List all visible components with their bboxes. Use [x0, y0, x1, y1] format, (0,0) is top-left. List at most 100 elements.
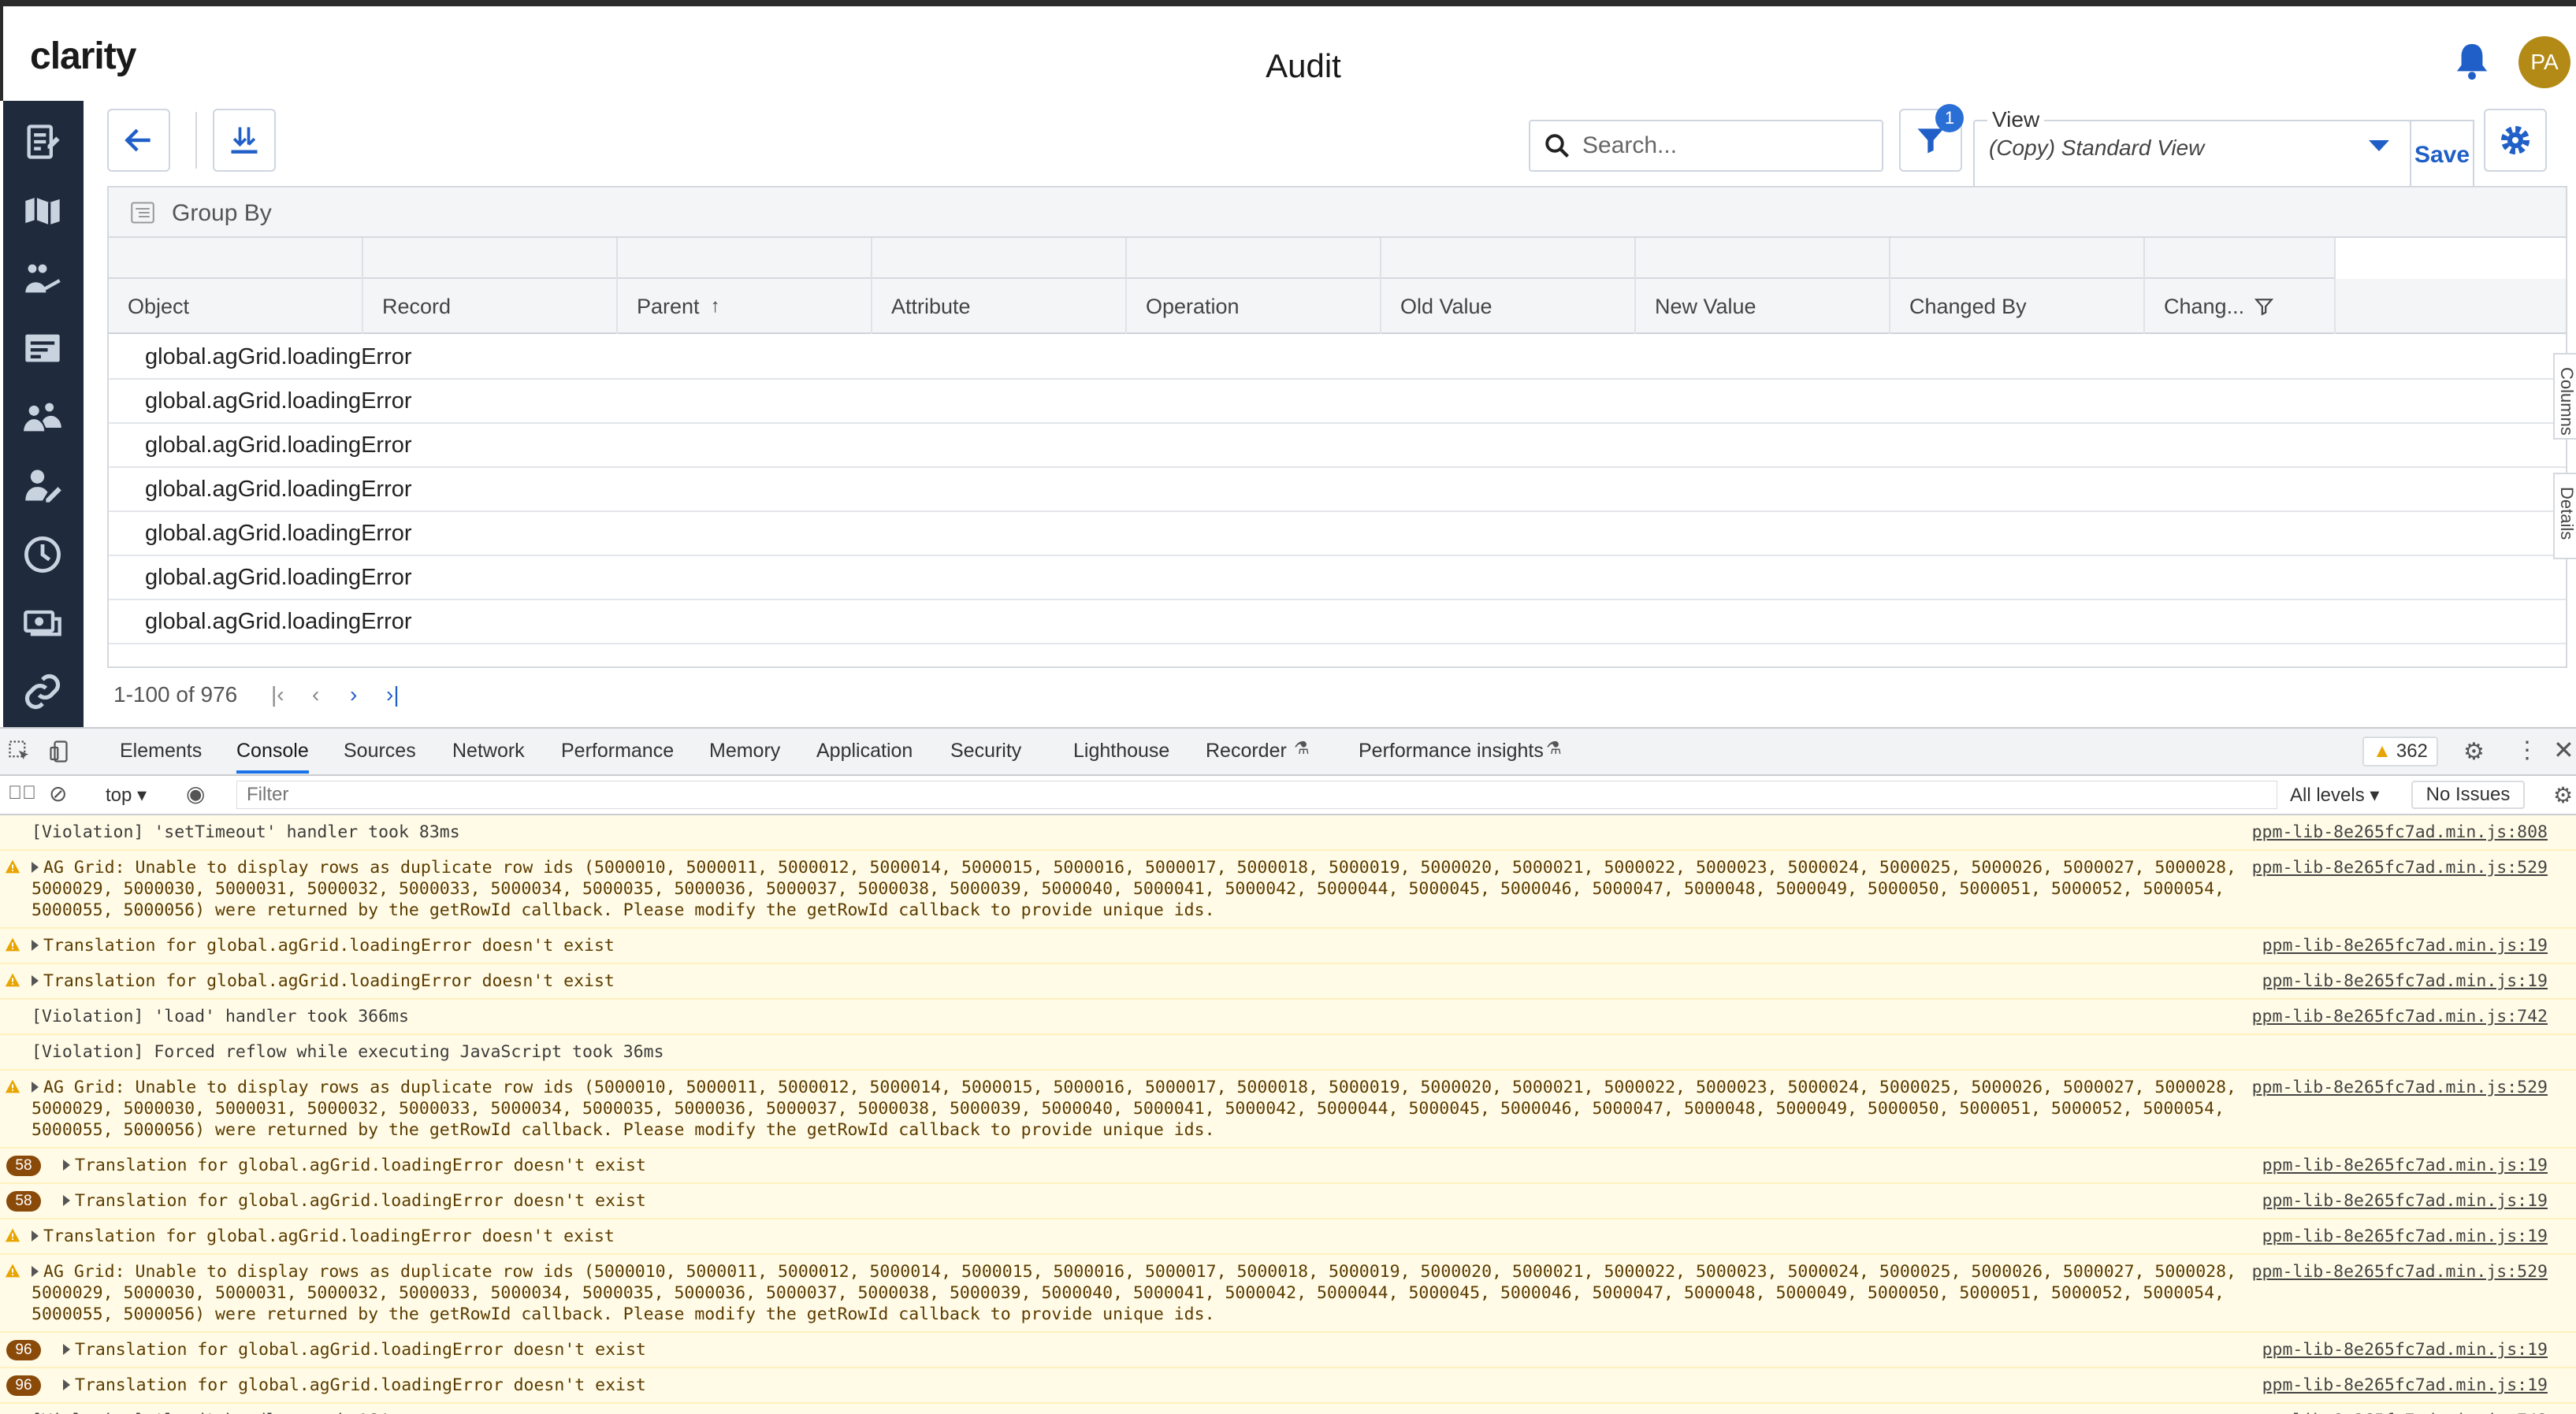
search-box[interactable]: [1529, 120, 1883, 172]
console-warning-message[interactable]: AG Grid: Unable to display rows as dupli…: [0, 851, 2576, 929]
expand-triangle-icon[interactable]: [32, 940, 39, 951]
console-source-link[interactable]: ppm-lib-8e265fc7ad.min.js:19: [2262, 935, 2548, 956]
console-source-link[interactable]: ppm-lib-8e265fc7ad.min.js:19: [2262, 1155, 2548, 1176]
expand-triangle-icon[interactable]: [32, 1266, 39, 1277]
console-source-link[interactable]: ppm-lib-8e265fc7ad.min.js:529: [2252, 857, 2548, 878]
column-header-old-value[interactable]: Old Value: [1381, 279, 1636, 334]
column-filter-cell[interactable]: [2145, 238, 2336, 279]
device-toolbar-icon[interactable]: [49, 740, 72, 763]
table-row[interactable]: global.agGrid.loadingError: [109, 424, 2566, 468]
console-warning-message[interactable]: 58 Translation for global.agGrid.loadingE…: [0, 1149, 2576, 1184]
console-warning-message[interactable]: AG Grid: Unable to display rows as dupli…: [0, 1255, 2576, 1333]
console-source-link[interactable]: ppm-lib-8e265fc7ad.min.js:742: [2252, 1410, 2548, 1414]
expand-triangle-icon[interactable]: [63, 1344, 70, 1355]
financials-icon[interactable]: [22, 602, 63, 643]
console-source-link[interactable]: ppm-lib-8e265fc7ad.min.js:529: [2252, 1077, 2548, 1098]
column-header-operation[interactable]: Operation: [1127, 279, 1381, 334]
column-header-changed-date[interactable]: Chang...: [2145, 279, 2336, 334]
table-row[interactable]: global.agGrid.loadingError: [109, 380, 2566, 424]
warnings-counter[interactable]: ▲ 362: [2362, 737, 2438, 766]
next-page-icon[interactable]: ›: [350, 682, 357, 707]
details-side-tab[interactable]: Details: [2553, 473, 2576, 559]
console-warning-message[interactable]: AG Grid: Unable to display rows as dupli…: [0, 1071, 2576, 1149]
column-filter-icon[interactable]: [2254, 296, 2274, 317]
timesheet-icon[interactable]: [22, 328, 63, 369]
column-filter-cell[interactable]: [363, 238, 618, 279]
tab-application[interactable]: Application: [816, 740, 913, 763]
tab-memory[interactable]: Memory: [709, 740, 780, 763]
console-source-link[interactable]: ppm-lib-8e265fc7ad.min.js:529: [2252, 1261, 2548, 1282]
staffing-icon[interactable]: [22, 465, 63, 506]
expand-triangle-icon[interactable]: [63, 1195, 70, 1206]
view-selected-value[interactable]: (Copy) Standard View: [1989, 135, 2204, 161]
tab-lighthouse[interactable]: Lighthouse: [1073, 740, 1169, 763]
column-filter-cell[interactable]: [1381, 238, 1636, 279]
console-source-link[interactable]: ppm-lib-8e265fc7ad.min.js:19: [2262, 1190, 2548, 1212]
column-filter-cell[interactable]: [1636, 238, 1890, 279]
console-violation-message[interactable]: [Violation] 'load' handler took 164ms ppm…: [0, 1404, 2576, 1414]
console-source-link[interactable]: ppm-lib-8e265fc7ad.min.js:808: [2252, 822, 2548, 843]
export-button[interactable]: [213, 109, 276, 172]
column-filter-cell[interactable]: [1890, 238, 2145, 279]
chevron-down-icon[interactable]: [2369, 140, 2389, 151]
search-input[interactable]: [1582, 132, 1866, 159]
grid-settings-button[interactable]: [2484, 109, 2547, 172]
first-page-icon[interactable]: |‹: [271, 682, 284, 707]
console-warning-message[interactable]: 96 Translation for global.agGrid.loadingE…: [0, 1368, 2576, 1404]
portfolio-icon[interactable]: [22, 258, 63, 299]
expand-triangle-icon[interactable]: [32, 975, 39, 986]
console-warning-message[interactable]: Translation for global.agGrid.loadingErr…: [0, 964, 2576, 1000]
expand-triangle-icon[interactable]: [32, 1230, 39, 1241]
console-warning-message[interactable]: Translation for global.agGrid.loadingErr…: [0, 929, 2576, 964]
table-row[interactable]: global.agGrid.loadingError: [109, 468, 2566, 512]
console-violation-message[interactable]: [Violation] 'setTimeout' handler took 83…: [0, 815, 2576, 851]
table-row[interactable]: global.agGrid.loadingError: [109, 512, 2566, 556]
console-settings-gear-icon[interactable]: ⚙: [2553, 782, 2573, 808]
expand-triangle-icon[interactable]: [32, 862, 39, 873]
last-page-icon[interactable]: ›|: [386, 682, 400, 707]
console-violation-message[interactable]: [Violation] Forced reflow while executin…: [0, 1035, 2576, 1071]
user-avatar[interactable]: PA: [2518, 36, 2570, 88]
console-source-link[interactable]: ppm-lib-8e265fc7ad.min.js:742: [2252, 1006, 2548, 1027]
column-filter-cell[interactable]: [618, 238, 872, 279]
column-filter-cell[interactable]: [872, 238, 1127, 279]
console-warning-message[interactable]: 96 Translation for global.agGrid.loadingE…: [0, 1333, 2576, 1368]
expand-triangle-icon[interactable]: [32, 1082, 39, 1093]
tab-console[interactable]: Console: [236, 740, 309, 774]
issues-button[interactable]: No Issues: [2411, 781, 2525, 809]
console-violation-message[interactable]: [Violation] 'load' handler took 366ms ppm…: [0, 1000, 2576, 1035]
more-options-icon[interactable]: ⋮: [2515, 737, 2539, 764]
notifications-bell-icon[interactable]: [2454, 41, 2490, 80]
columns-side-tab[interactable]: Columns: [2553, 353, 2576, 440]
tab-performance-insights[interactable]: Performance insights: [1359, 740, 1544, 763]
tab-recorder[interactable]: Recorder: [1206, 740, 1287, 763]
column-filter-cell[interactable]: [1127, 238, 1381, 279]
log-levels-dropdown[interactable]: All levels ▾: [2290, 784, 2379, 807]
roadmap-icon[interactable]: [22, 191, 63, 232]
tab-sources[interactable]: Sources: [344, 740, 416, 763]
expand-triangle-icon[interactable]: [63, 1379, 70, 1390]
inspect-element-icon[interactable]: [8, 740, 32, 763]
console-warning-message[interactable]: Translation for global.agGrid.loadingErr…: [0, 1219, 2576, 1255]
projects-icon[interactable]: [22, 121, 63, 162]
console-source-link[interactable]: ppm-lib-8e265fc7ad.min.js:19: [2262, 971, 2548, 992]
table-row[interactable]: global.agGrid.loadingError: [109, 556, 2566, 600]
back-button[interactable]: [107, 109, 170, 172]
history-icon[interactable]: [22, 534, 63, 575]
group-by-panel[interactable]: Group By: [109, 187, 2566, 238]
console-warning-message[interactable]: 58 Translation for global.agGrid.loadingE…: [0, 1184, 2576, 1219]
column-header-attribute[interactable]: Attribute: [872, 279, 1127, 334]
app-logo[interactable]: clarity: [30, 35, 136, 78]
tab-performance[interactable]: Performance: [561, 740, 674, 763]
clear-console-icon[interactable]: ⊘: [49, 781, 67, 807]
column-header-object[interactable]: Object: [109, 279, 363, 334]
tab-security[interactable]: Security: [950, 740, 1021, 763]
table-row[interactable]: global.agGrid.loadingError: [109, 600, 2566, 644]
close-devtools-icon[interactable]: ✕: [2553, 735, 2574, 765]
show-sidebar-icon[interactable]: ▸⃞: [8, 782, 36, 804]
context-selector[interactable]: top ▾: [106, 784, 147, 807]
console-filter-input[interactable]: [236, 781, 2277, 809]
column-header-new-value[interactable]: New Value: [1636, 279, 1890, 334]
table-row[interactable]: global.agGrid.loadingError: [109, 336, 2566, 380]
column-header-changed-by[interactable]: Changed By: [1890, 279, 2145, 334]
